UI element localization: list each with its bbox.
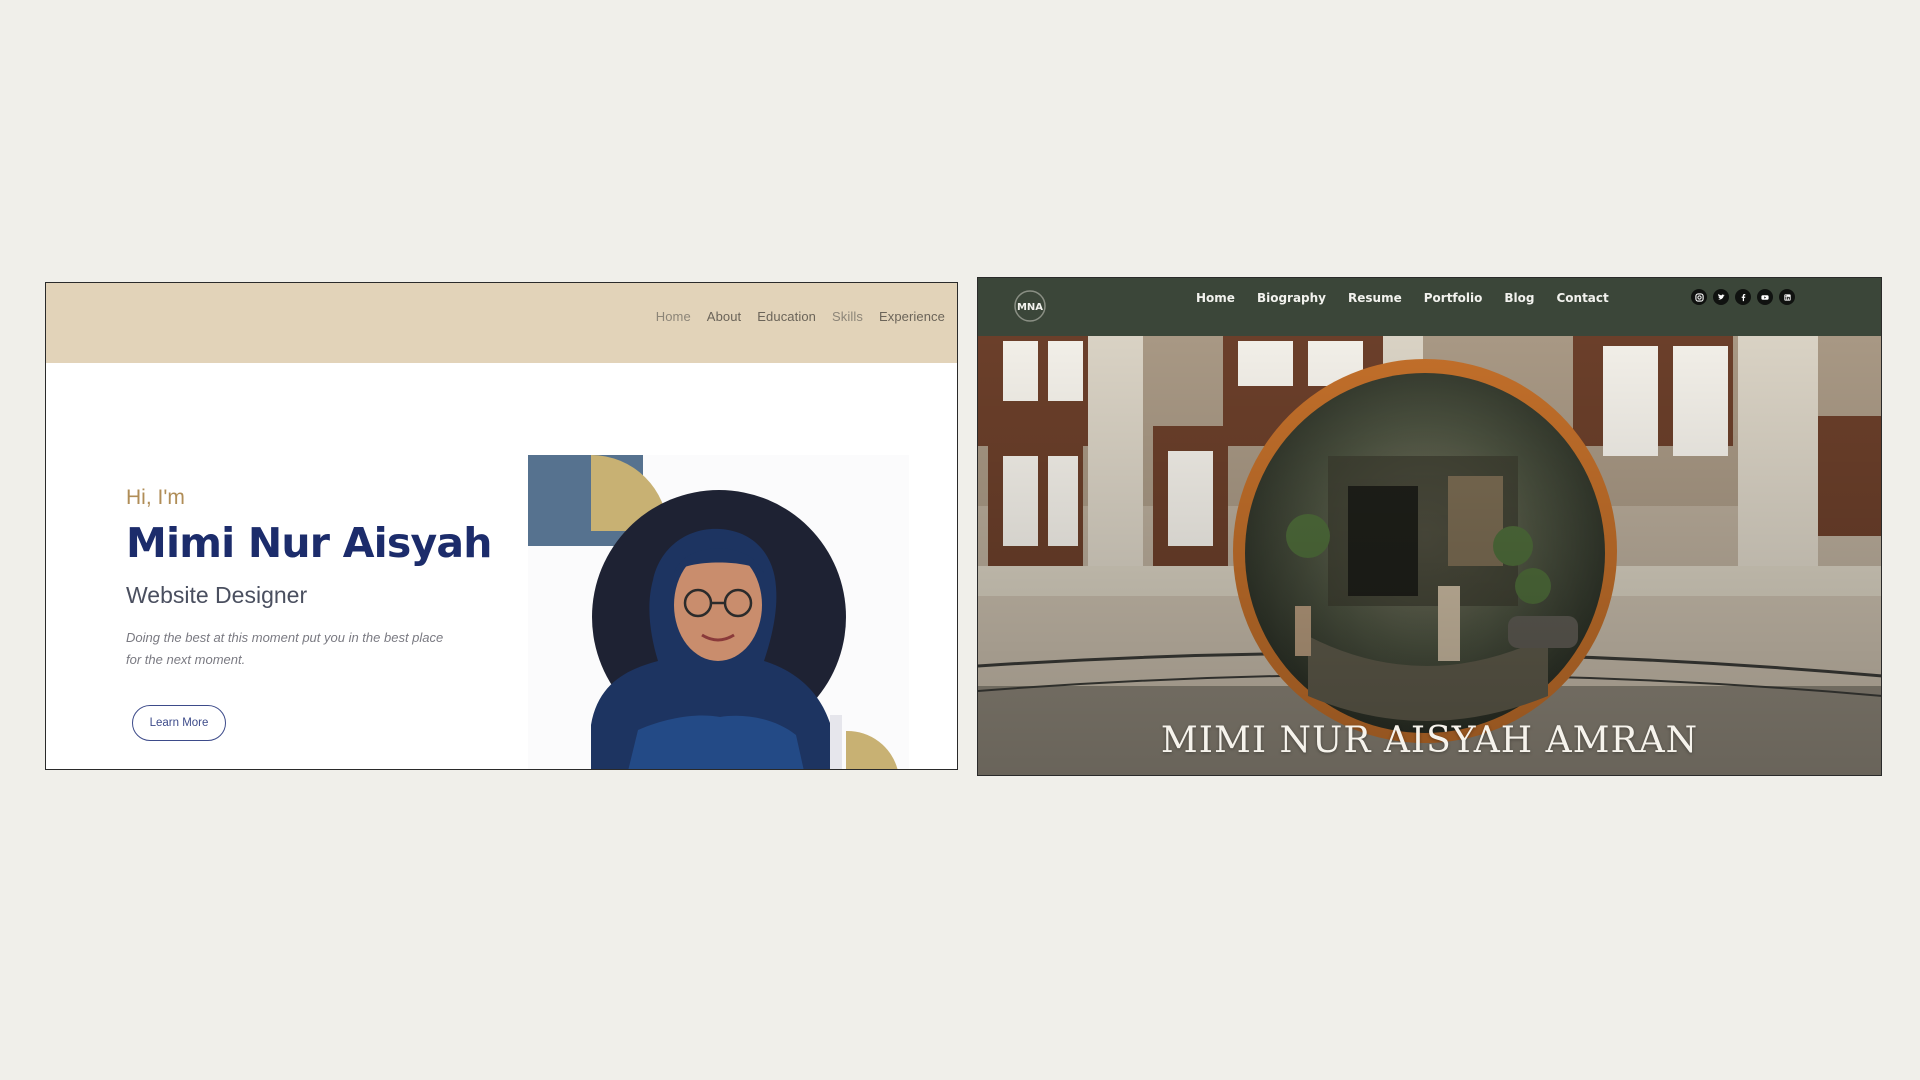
left-nav-skills[interactable]: Skills <box>832 309 863 324</box>
learn-more-button[interactable]: Learn More <box>132 705 226 741</box>
linkedin-icon[interactable] <box>1779 289 1795 305</box>
right-nav-menu: Home Biography Resume Portfolio Blog Con… <box>1196 291 1609 305</box>
right-nav-biography[interactable]: Biography <box>1257 291 1326 305</box>
left-nav-about[interactable]: About <box>707 309 741 324</box>
hero-role: Website Designer <box>126 582 308 608</box>
instagram-icon[interactable] <box>1691 289 1707 305</box>
mna-logo-icon[interactable]: MNA <box>1012 288 1048 324</box>
right-nav-home[interactable]: Home <box>1196 291 1235 305</box>
svg-text:MNA: MNA <box>1017 302 1043 313</box>
comparison-stage: Home About Education Skills Experience H… <box>0 0 1920 1080</box>
left-header-bar: Home About Education Skills Experience <box>46 283 957 363</box>
left-nav-experience[interactable]: Experience <box>879 309 945 324</box>
right-header-bar: MNA Home Biography Resume Portfolio Blog… <box>978 278 1881 336</box>
right-nav-resume[interactable]: Resume <box>1348 291 1402 305</box>
hero-title: MIMI NUR AISYAH AMRAN <box>1160 720 1699 761</box>
left-nav-education[interactable]: Education <box>757 309 816 324</box>
right-nav-contact[interactable]: Contact <box>1556 291 1608 305</box>
social-icons <box>1691 289 1795 305</box>
hero-photo-convex-mirror <box>978 336 1881 775</box>
profile-photo-composition <box>528 455 909 769</box>
website-mockup-right: MNA Home Biography Resume Portfolio Blog… <box>977 277 1882 776</box>
right-nav-portfolio[interactable]: Portfolio <box>1424 291 1483 305</box>
left-nav-menu: Home About Education Skills Experience <box>656 309 945 324</box>
hero-tagline: Doing the best at this moment put you in… <box>126 630 444 667</box>
right-nav-blog[interactable]: Blog <box>1504 291 1534 305</box>
twitter-icon[interactable] <box>1713 289 1729 305</box>
youtube-icon[interactable] <box>1757 289 1773 305</box>
side-panel <box>830 715 842 769</box>
greeting-text: Hi, I'm <box>126 486 185 509</box>
facebook-icon[interactable] <box>1735 289 1751 305</box>
left-nav-home[interactable]: Home <box>656 309 691 324</box>
hero-name: Mimi Nur Aisyah <box>126 519 492 567</box>
website-mockup-left: Home About Education Skills Experience H… <box>45 282 958 770</box>
